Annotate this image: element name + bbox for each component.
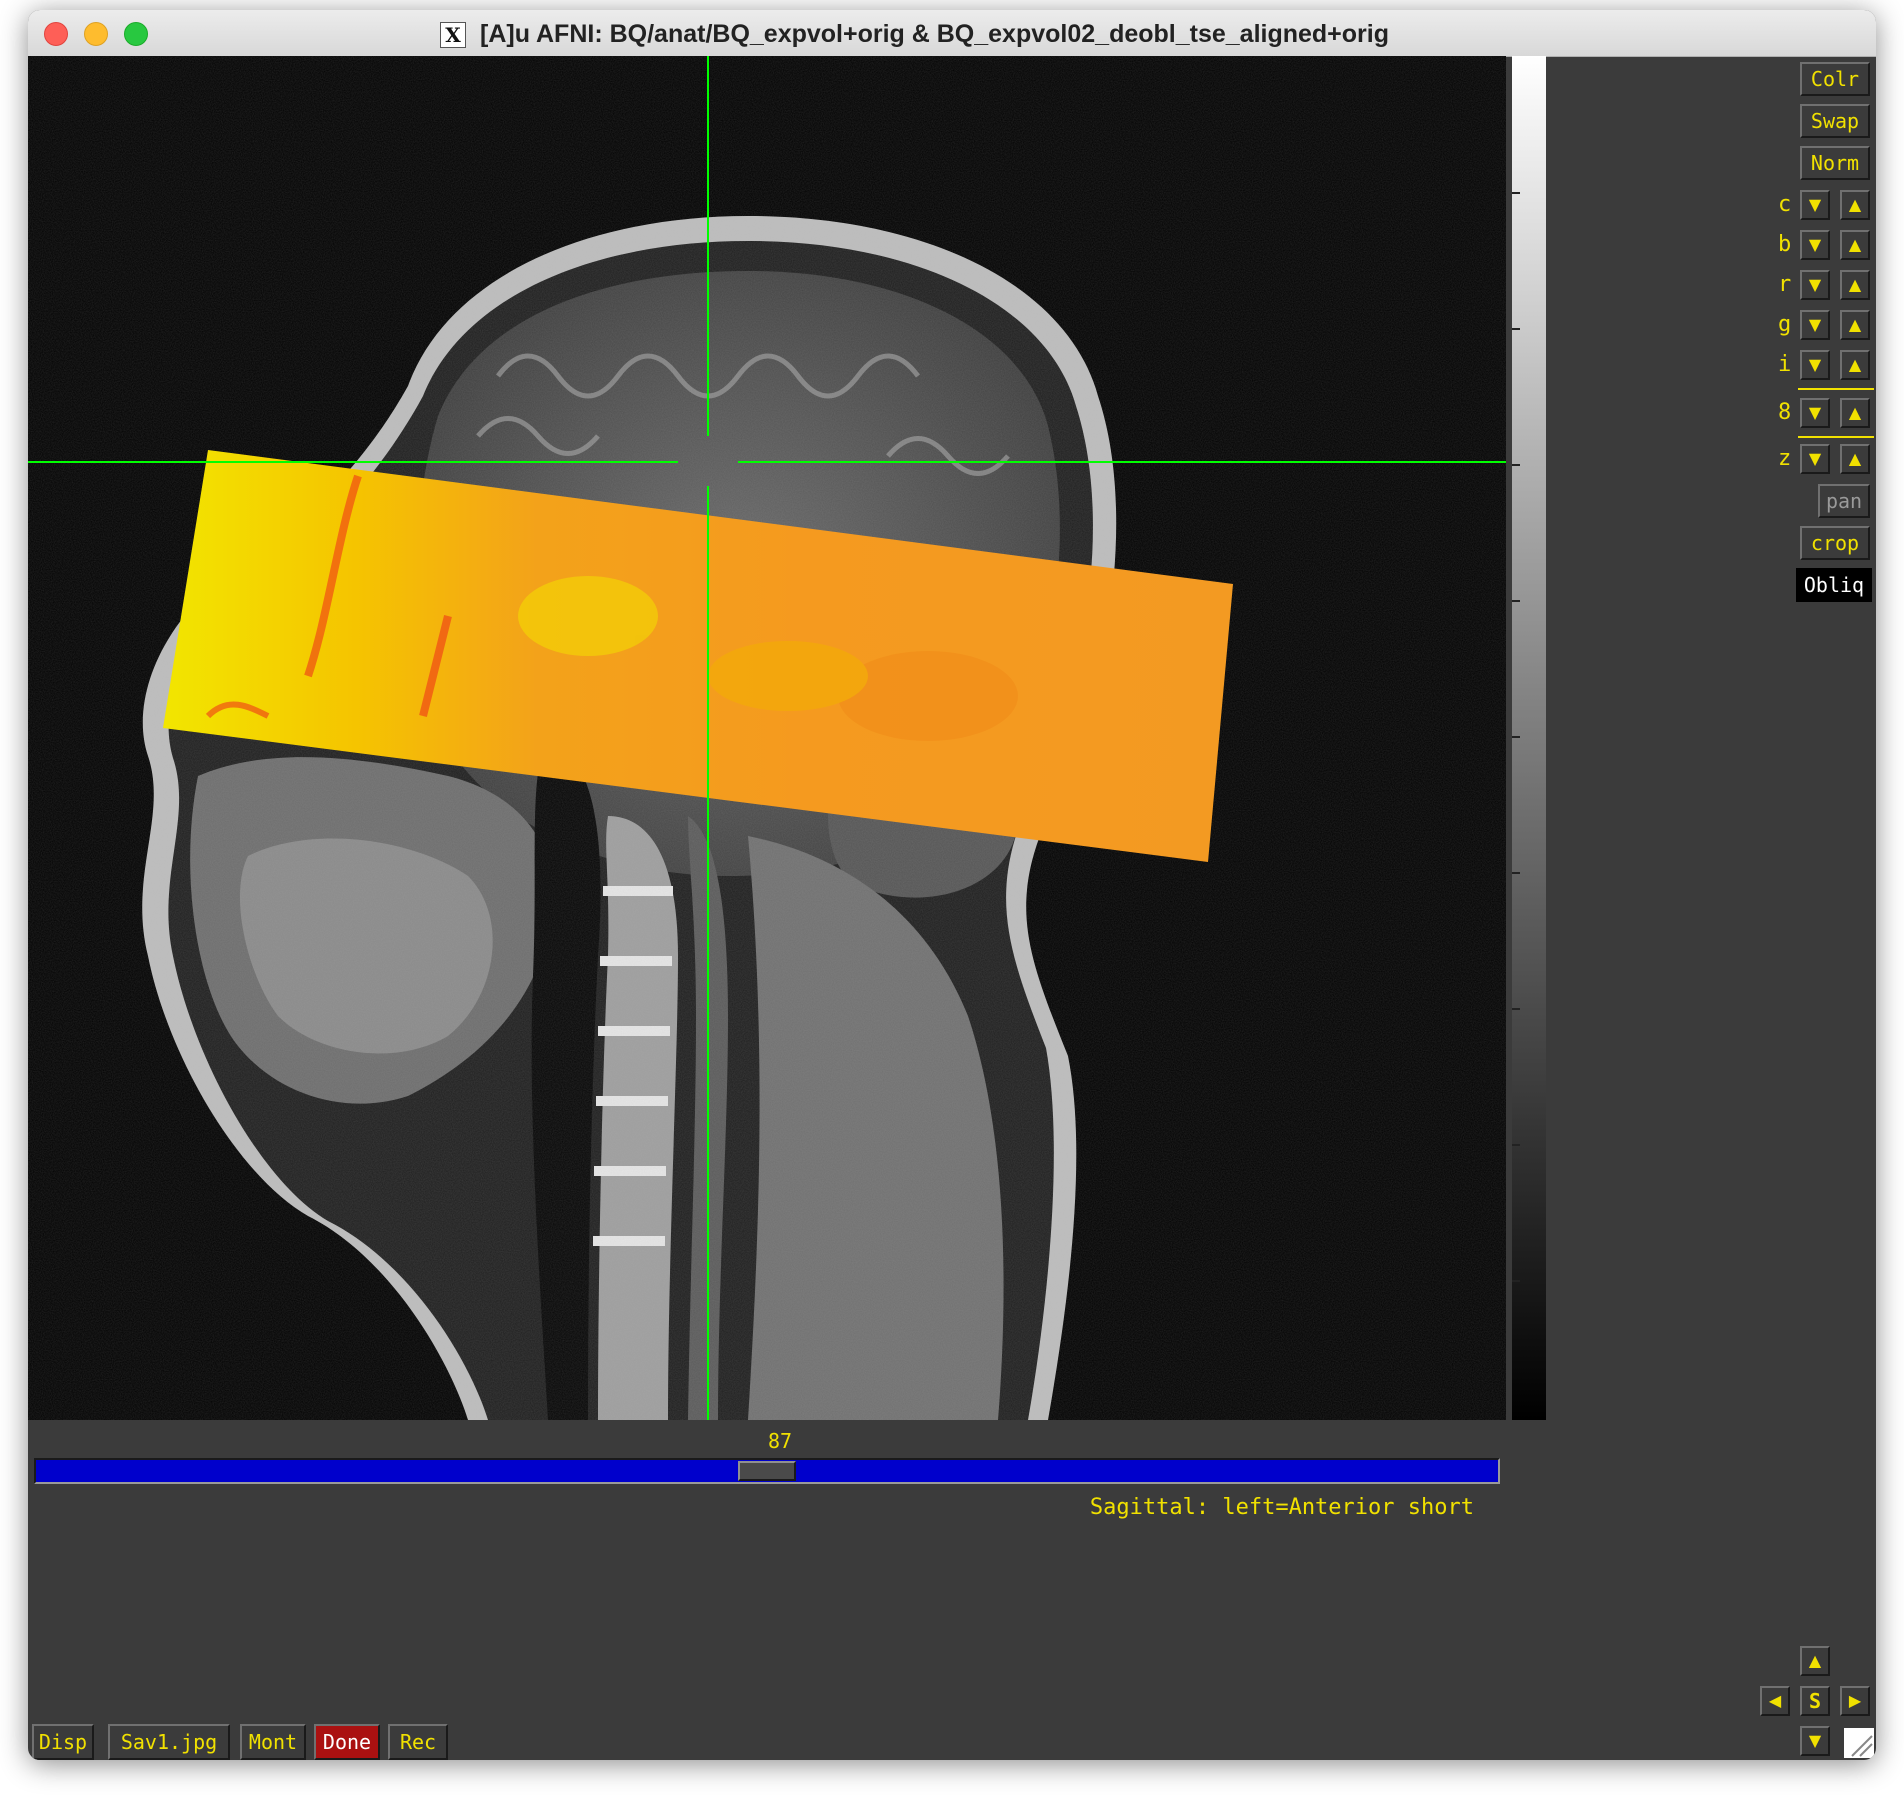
control-label-c: c <box>1778 192 1792 217</box>
obliq-button[interactable]: Obliq <box>1796 568 1872 602</box>
minimize-window-button[interactable] <box>84 22 108 46</box>
g-up-arrow-icon[interactable]: ▲ <box>1840 310 1870 340</box>
grayscale-colorbar[interactable] <box>1512 56 1546 1420</box>
control-label-r: r <box>1778 272 1792 297</box>
nav-down-arrow-icon[interactable]: ▼ <box>1800 1726 1830 1756</box>
afni-image-viewer-window: X [A]u AFNI: BQ/anat/BQ_expvol+orig & BQ… <box>28 10 1876 1760</box>
control-label-z: z <box>1778 446 1792 471</box>
close-window-button[interactable] <box>44 22 68 46</box>
x11-app-icon: X <box>440 22 466 48</box>
sagittal-image-display[interactable] <box>28 56 1506 1420</box>
colorbar-tick <box>1512 328 1520 330</box>
colorbar-tick <box>1512 1144 1520 1146</box>
separator <box>1798 436 1874 438</box>
colorbar-tick <box>1512 600 1520 602</box>
g-down-arrow-icon[interactable]: ▼ <box>1800 310 1830 340</box>
swap-button[interactable]: Swap <box>1800 104 1870 138</box>
nav-right-arrow-icon[interactable]: ▶ <box>1840 1686 1870 1716</box>
colorbar-tick <box>1512 1008 1520 1010</box>
colorbar-tick <box>1512 192 1520 194</box>
maximize-window-button[interactable] <box>124 22 148 46</box>
b-up-arrow-icon[interactable]: ▲ <box>1840 230 1870 260</box>
i-down-arrow-icon[interactable]: ▼ <box>1800 350 1830 380</box>
window-title: [A]u AFNI: BQ/anat/BQ_expvol+orig & BQ_e… <box>480 20 1389 48</box>
save-button[interactable]: Sav1.jpg <box>108 1724 230 1760</box>
8-up-arrow-icon[interactable]: ▲ <box>1840 398 1870 428</box>
control-label-b: b <box>1778 232 1792 257</box>
mont-button[interactable]: Mont <box>240 1724 306 1760</box>
nav-up-arrow-icon[interactable]: ▲ <box>1800 1646 1830 1676</box>
crop-button[interactable]: crop <box>1800 526 1870 560</box>
norm-button[interactable]: Norm <box>1800 146 1870 180</box>
slice-slider[interactable] <box>34 1458 1500 1484</box>
disp-button[interactable]: Disp <box>32 1724 94 1760</box>
nav-center-button[interactable]: S <box>1800 1686 1830 1716</box>
colr-button[interactable]: Colr <box>1800 62 1870 96</box>
pan-button[interactable]: pan <box>1818 484 1870 518</box>
mri-sagittal-image <box>28 56 1506 1420</box>
c-down-arrow-icon[interactable]: ▼ <box>1800 190 1830 220</box>
colorbar-tick <box>1512 464 1520 466</box>
z-down-arrow-icon[interactable]: ▼ <box>1800 444 1830 474</box>
control-label-8: 8 <box>1778 400 1792 425</box>
colorbar-tick <box>1512 872 1520 874</box>
separator <box>1798 388 1874 390</box>
r-up-arrow-icon[interactable]: ▲ <box>1840 270 1870 300</box>
slider-thumb[interactable] <box>738 1461 796 1481</box>
nav-left-arrow-icon[interactable]: ◀ <box>1760 1686 1790 1716</box>
resize-grip-icon[interactable] <box>1844 1728 1874 1758</box>
title-bar[interactable]: X [A]u AFNI: BQ/anat/BQ_expvol+orig & BQ… <box>28 10 1876 57</box>
slice-index-label: 87 <box>768 1429 793 1453</box>
i-up-arrow-icon[interactable]: ▲ <box>1840 350 1870 380</box>
c-up-arrow-icon[interactable]: ▲ <box>1840 190 1870 220</box>
colorbar-tick <box>1512 1280 1520 1282</box>
r-down-arrow-icon[interactable]: ▼ <box>1800 270 1830 300</box>
rec-button[interactable]: Rec <box>388 1724 448 1760</box>
done-button[interactable]: Done <box>314 1724 380 1760</box>
z-up-arrow-icon[interactable]: ▲ <box>1840 444 1870 474</box>
orientation-label: Sagittal: left=Anterior short <box>1089 1495 1474 1520</box>
b-down-arrow-icon[interactable]: ▼ <box>1800 230 1830 260</box>
control-label-g: g <box>1778 312 1792 337</box>
colorbar-tick <box>1512 736 1520 738</box>
control-label-i: i <box>1778 352 1792 377</box>
8-down-arrow-icon[interactable]: ▼ <box>1800 398 1830 428</box>
